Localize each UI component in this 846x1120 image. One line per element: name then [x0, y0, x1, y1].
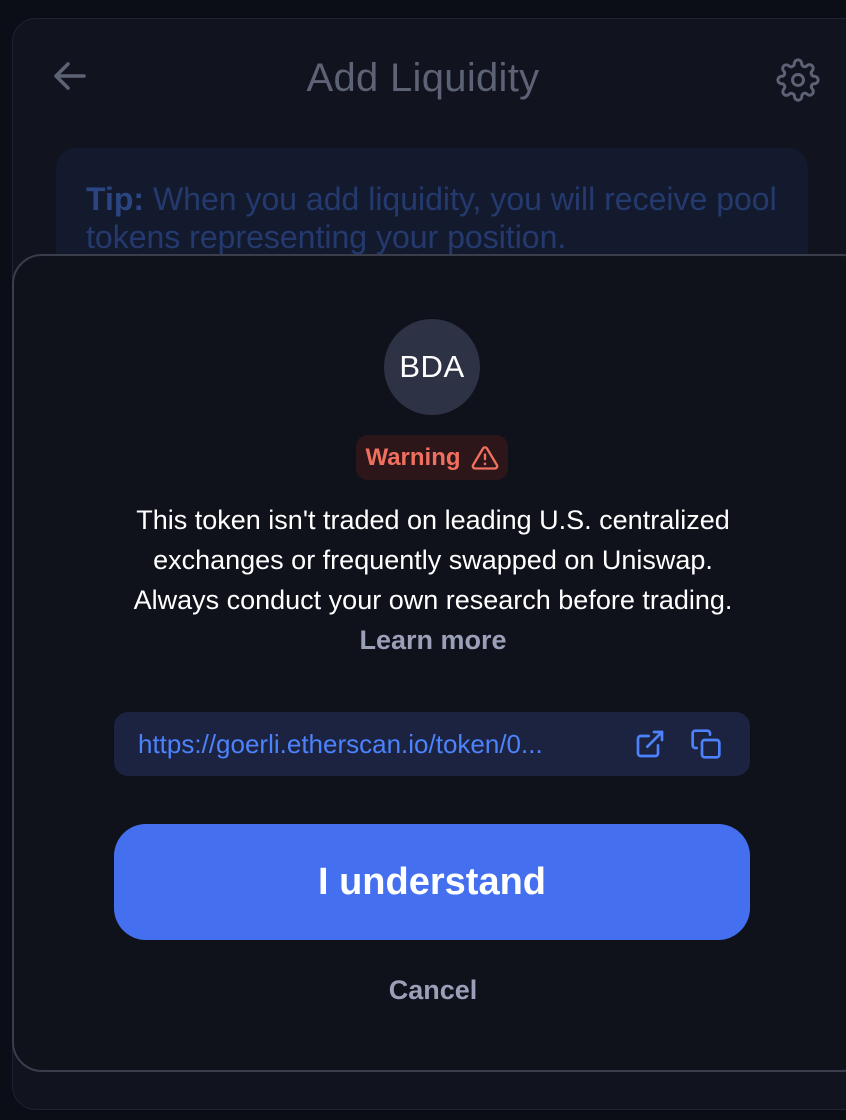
page-title: Add Liquidity — [306, 56, 540, 100]
explorer-link-box: https://goerli.etherscan.io/token/0... — [114, 712, 750, 776]
tip-text: When you add liquidity, you will receive… — [86, 181, 777, 255]
tip-label: Tip: — [86, 181, 145, 217]
warning-message: This token isn't traded on leading U.S. … — [110, 500, 756, 660]
tip-box: Tip: When you add liquidity, you will re… — [56, 148, 808, 268]
add-liquidity-header: Add Liquidity — [0, 0, 846, 130]
cancel-button[interactable]: Cancel — [333, 968, 533, 1012]
external-link-icon[interactable] — [634, 728, 666, 760]
warning-message-text: This token isn't traded on leading U.S. … — [133, 505, 733, 615]
i-understand-button[interactable]: I understand — [114, 824, 750, 940]
gear-icon[interactable] — [776, 58, 820, 102]
token-avatar: BDA — [384, 319, 480, 415]
copy-icon[interactable] — [690, 728, 722, 760]
explorer-url-link[interactable]: https://goerli.etherscan.io/token/0... — [138, 729, 616, 760]
warning-label: Warning — [365, 443, 461, 471]
warning-badge: Warning — [356, 435, 508, 480]
learn-more-link[interactable]: Learn more — [359, 625, 506, 655]
warning-triangle-icon — [471, 445, 498, 470]
